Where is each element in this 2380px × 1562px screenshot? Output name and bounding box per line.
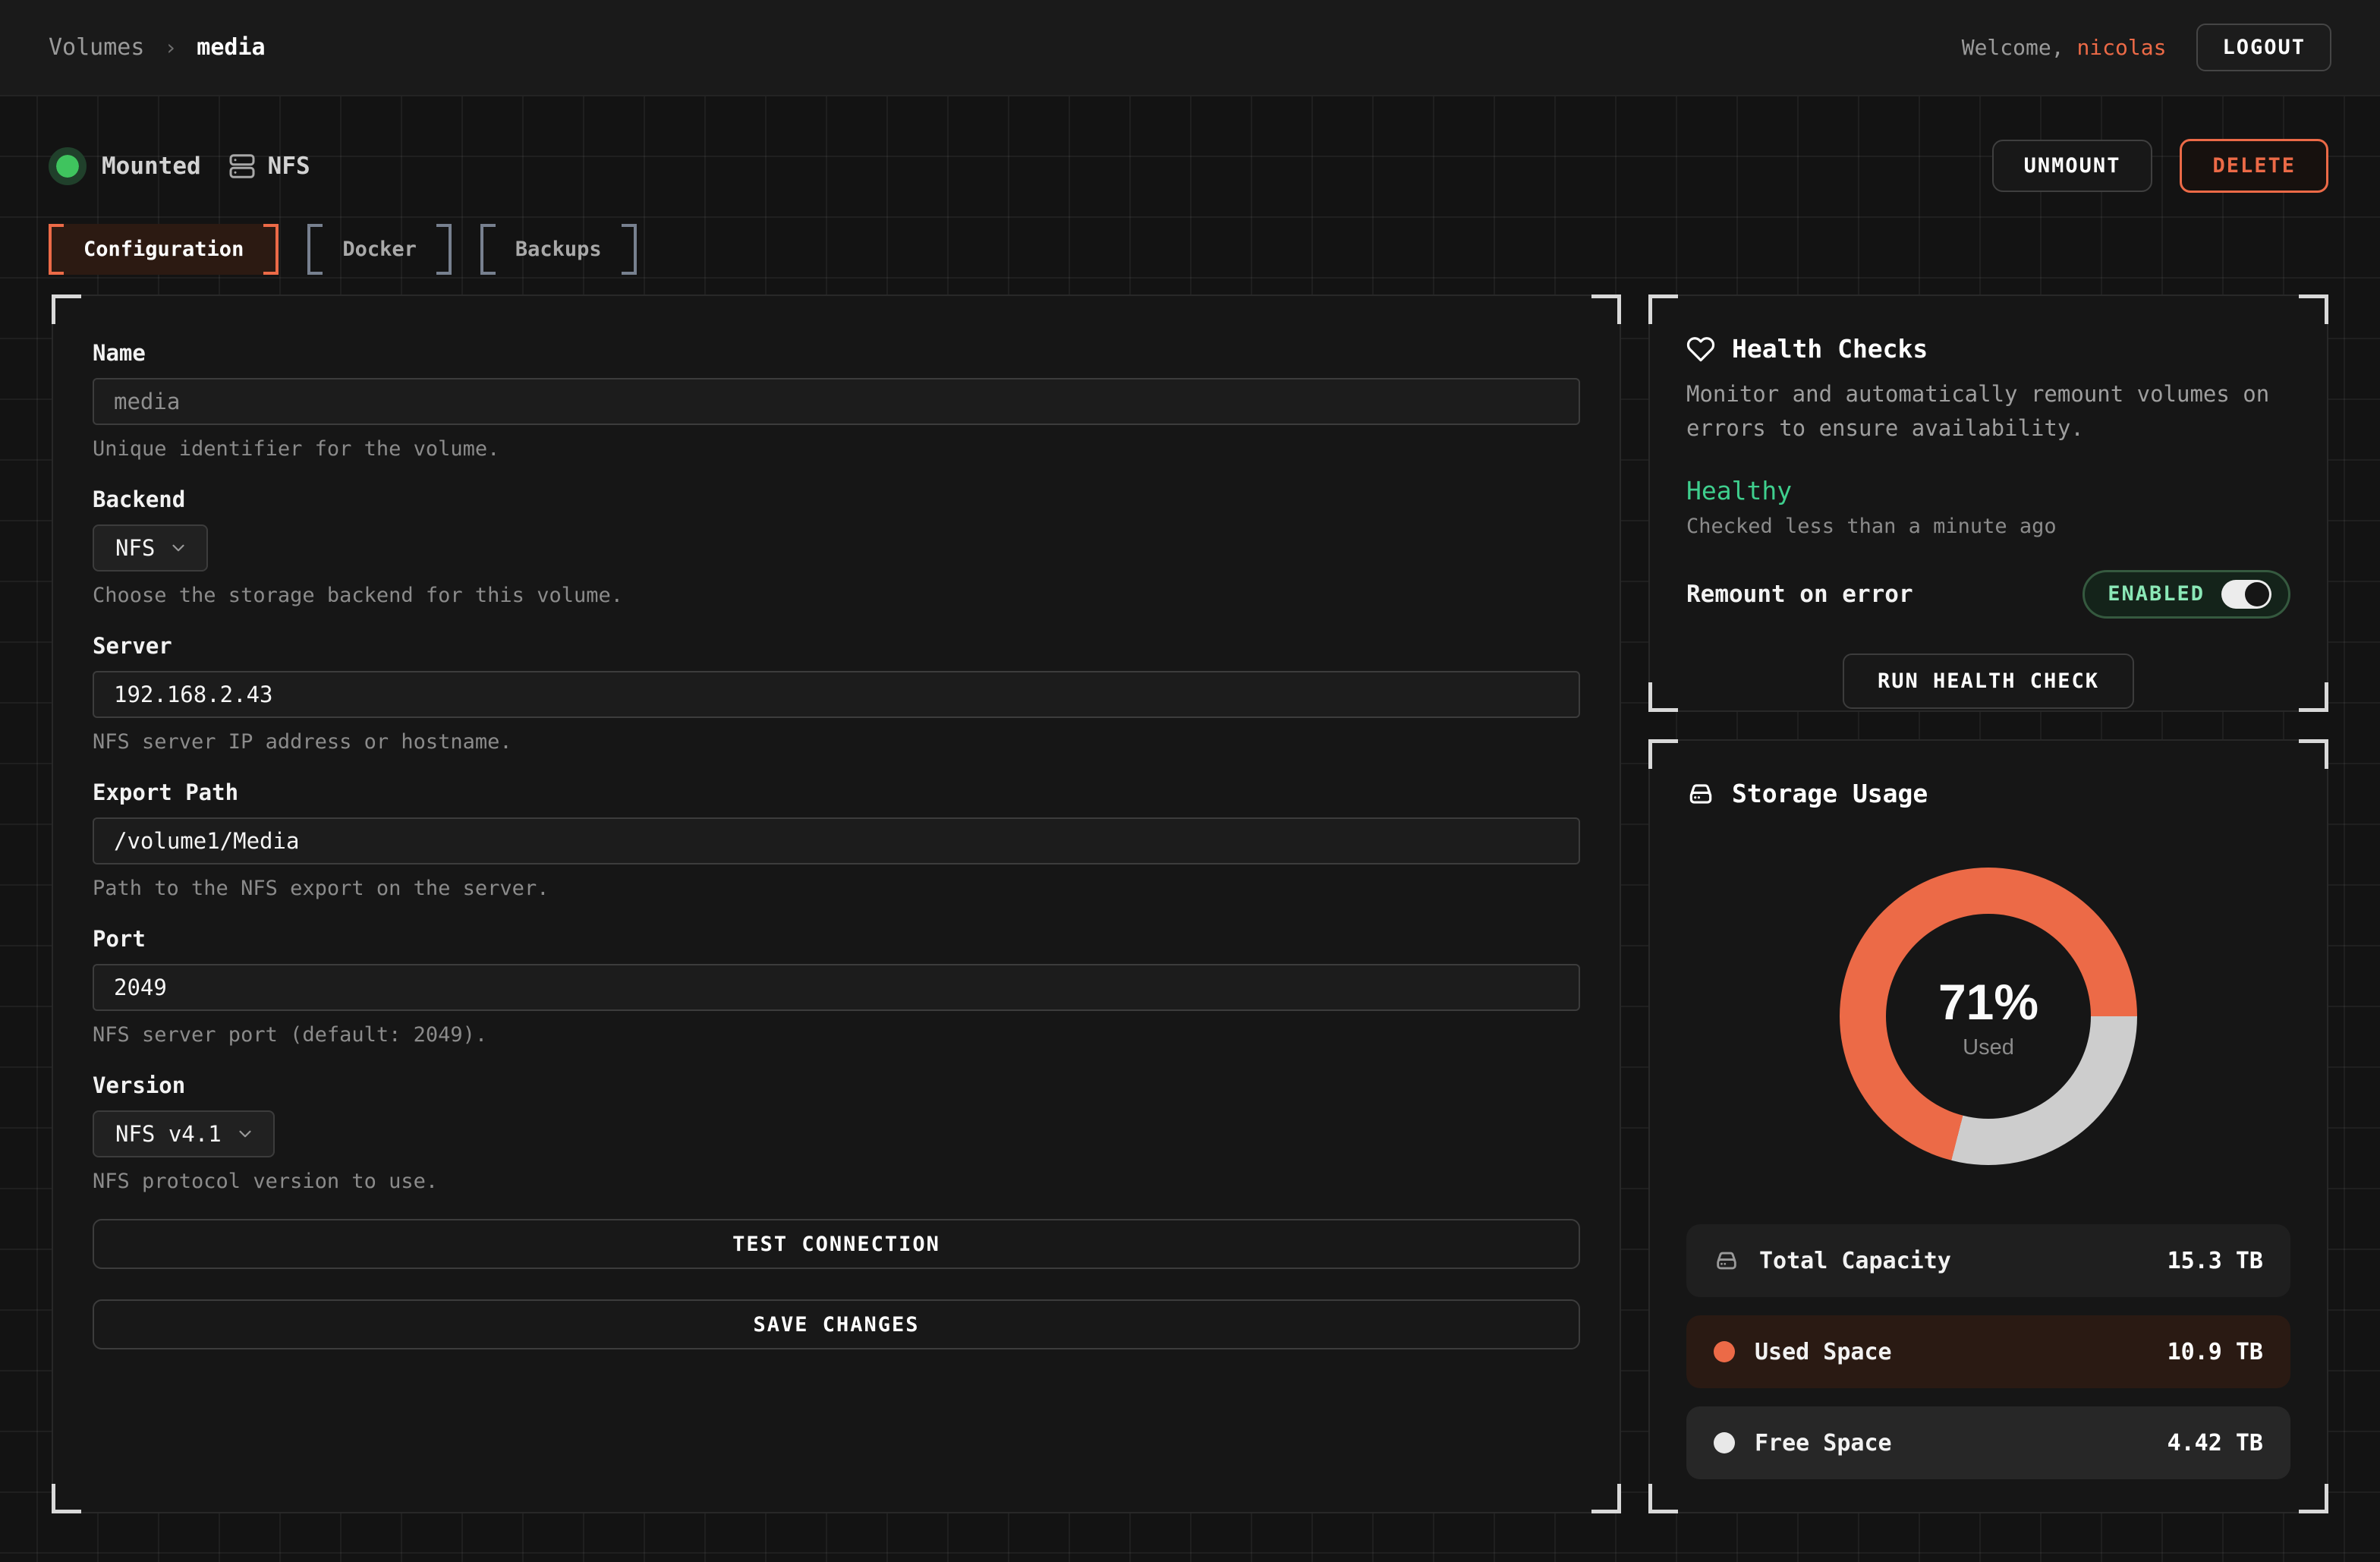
version-select-value: NFS v4.1 [115,1121,222,1147]
tab-backups[interactable]: Backups [480,224,637,275]
hard-drive-icon [1714,1248,1739,1274]
export-path-field-group: Export Path Path to the NFS export on th… [93,779,1580,900]
export-path-label: Export Path [93,779,1580,805]
backend-select[interactable]: NFS [93,524,208,572]
backend-select-value: NFS [115,535,155,561]
version-select[interactable]: NFS v4.1 [93,1110,275,1157]
health-checks-panel: Health Checks Monitor and automatically … [1648,294,2328,712]
backend-badge-label: NFS [268,153,310,180]
mount-status-label: Mounted [102,153,201,180]
storage-usage-title-row: Storage Usage [1686,779,2290,808]
remount-toggle[interactable]: ENABLED [2082,570,2290,619]
server-icon [228,153,256,180]
hard-drive-icon [1686,779,1715,808]
backend-badge: NFS [228,153,310,180]
tab-docker[interactable]: Docker [307,224,452,275]
name-field-group: Name Unique identifier for the volume. [93,340,1580,461]
used-space-value: 10.9 TB [2168,1339,2263,1365]
server-label: Server [93,633,1580,659]
welcome-text: Welcome, nicolas [1962,35,2167,60]
save-changes-button[interactable]: SAVE CHANGES [93,1299,1580,1349]
used-space-row: Used Space 10.9 TB [1686,1315,2290,1388]
username: nicolas [2076,35,2166,60]
donut-center: 71% Used [1886,914,2091,1119]
health-checks-title-row: Health Checks [1686,334,2290,364]
free-space-dot [1714,1432,1735,1453]
welcome-prefix: Welcome, [1962,35,2064,60]
port-input[interactable] [93,964,1580,1011]
unmount-button[interactable]: UNMOUNT [1992,140,2153,192]
storage-usage-panel: Storage Usage 71% Used Tot [1648,739,2328,1513]
backend-label: Backend [93,487,1580,512]
used-percent-value: 71% [1938,973,2038,1031]
port-help: NFS server port (default: 2049). [93,1023,1580,1047]
name-input[interactable] [93,378,1580,425]
chevron-down-icon [235,1124,255,1144]
status-row: Mounted NFS UNMOUNT DELETE [49,139,2328,193]
mount-status: Mounted [49,147,201,185]
version-label: Version [93,1072,1580,1098]
breadcrumb-volumes[interactable]: Volumes [49,34,144,61]
used-space-dot [1714,1341,1735,1362]
total-capacity-row: Total Capacity 15.3 TB [1686,1224,2290,1297]
free-space-label: Free Space [1755,1430,1892,1457]
free-space-value: 4.42 TB [2168,1430,2263,1457]
port-field-group: Port NFS server port (default: 2049). [93,926,1580,1047]
remount-row: Remount on error ENABLED [1686,570,2290,619]
health-description: Monitor and automatically remount volume… [1686,377,2290,446]
backend-help: Choose the storage backend for this volu… [93,584,1580,607]
server-input[interactable] [93,671,1580,718]
breadcrumb: Volumes › media [49,34,266,61]
mounted-status-dot [49,147,87,185]
toggle-track [2221,580,2271,609]
delete-button[interactable]: DELETE [2180,139,2328,193]
test-connection-button[interactable]: TEST CONNECTION [93,1219,1580,1269]
chevron-down-icon [168,538,188,558]
toggle-knob [2245,582,2269,606]
health-status: Healthy [1686,476,2290,505]
storage-donut-chart: 71% Used [1840,868,2137,1165]
storage-usage-title: Storage Usage [1732,779,1928,808]
page-content: Mounted NFS UNMOUNT DELETE Configuration… [0,96,2380,1562]
export-path-input[interactable] [93,817,1580,864]
tab-configuration[interactable]: Configuration [49,224,279,275]
export-path-help: Path to the NFS export on the server. [93,877,1580,900]
heart-icon [1686,335,1715,364]
version-field-group: Version NFS v4.1 NFS protocol version to… [93,1072,1580,1193]
remount-toggle-label: ENABLED [2108,582,2205,606]
name-label: Name [93,340,1580,366]
server-help: NFS server IP address or hostname. [93,730,1580,754]
health-last-checked: Checked less than a minute ago [1686,515,2290,538]
breadcrumb-current-volume: media [197,34,265,61]
run-health-check-button[interactable]: RUN HEALTH CHECK [1843,653,2134,709]
free-space-row: Free Space 4.42 TB [1686,1406,2290,1479]
used-space-label: Used Space [1755,1339,1892,1365]
configuration-panel: Name Unique identifier for the volume. B… [52,294,1621,1513]
total-capacity-value: 15.3 TB [2168,1248,2263,1274]
name-help: Unique identifier for the volume. [93,437,1580,461]
used-percent-label: Used [1963,1035,2014,1060]
tab-bar: Configuration Docker Backups [49,224,637,275]
top-bar: Volumes › media Welcome, nicolas LOGOUT [0,0,2380,96]
remount-label: Remount on error [1686,581,1913,608]
server-field-group: Server NFS server IP address or hostname… [93,633,1580,754]
version-help: NFS protocol version to use. [93,1170,1580,1193]
port-label: Port [93,926,1580,952]
chevron-right-icon: › [164,35,177,60]
storage-legend: Total Capacity 15.3 TB Used Space 10.9 T… [1686,1224,2290,1479]
logout-button[interactable]: LOGOUT [2196,24,2331,71]
total-capacity-label: Total Capacity [1759,1248,1951,1274]
health-checks-title: Health Checks [1732,334,1928,364]
backend-field-group: Backend NFS Choose the storage backend f… [93,487,1580,607]
